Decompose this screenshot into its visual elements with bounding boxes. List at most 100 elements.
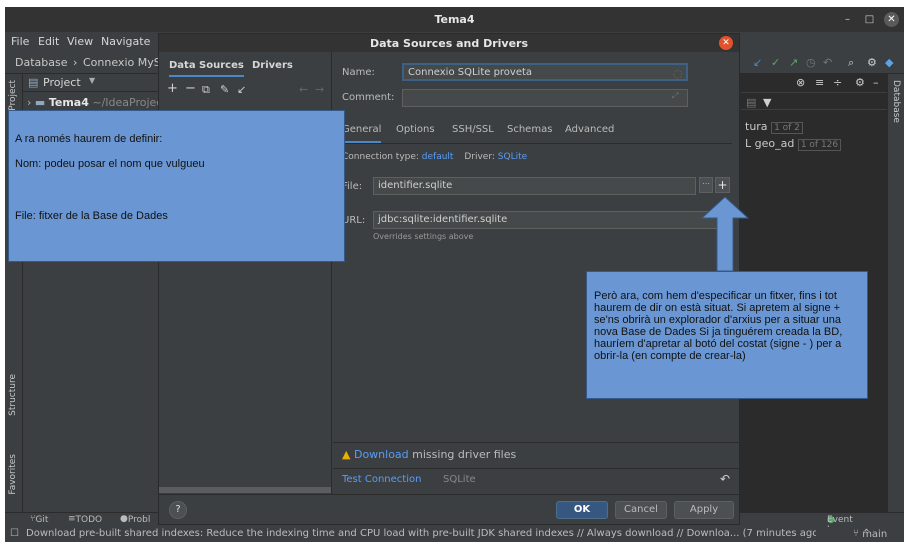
- warning-text: missing driver files: [412, 448, 517, 461]
- import-icon[interactable]: ↙: [237, 83, 246, 96]
- db-tree-row[interactable]: L geo_ad 1 of 126: [745, 137, 842, 151]
- download-driver-link[interactable]: Download: [354, 448, 409, 461]
- test-driver-label: SQLite: [443, 474, 476, 485]
- url-input[interactable]: jdbc:sqlite:identifier.sqlite: [373, 211, 730, 229]
- breadcrumb-database[interactable]: Database: [15, 56, 68, 69]
- todo-tab[interactable]: ≡ TODO: [68, 514, 102, 525]
- project-tool-tab[interactable]: Project: [8, 80, 18, 111]
- tab-schemas[interactable]: Schemas: [507, 124, 552, 135]
- name-options-icon[interactable]: ◌: [673, 67, 683, 80]
- callout-line: A ra només haurem de definir:: [15, 133, 163, 145]
- menu-edit[interactable]: Edit: [38, 35, 59, 48]
- database-tool-tab[interactable]: Database: [891, 80, 901, 123]
- table-icon[interactable]: ▤: [746, 96, 756, 109]
- status-bar: ☐ Download pre-built shared indexes: Red…: [5, 527, 904, 542]
- minimize-icon[interactable]: –: [840, 12, 855, 27]
- create-file-button[interactable]: +: [715, 177, 730, 193]
- file-input[interactable]: identifier.sqlite: [373, 177, 696, 195]
- history-icon[interactable]: ◷: [806, 56, 816, 69]
- name-label: Name:: [342, 67, 375, 78]
- folder-icon: ▬: [34, 96, 46, 109]
- problems-tab[interactable]: ● Probl: [120, 514, 150, 525]
- structure-tool-tab[interactable]: Structure: [8, 374, 18, 416]
- tab-advanced[interactable]: Advanced: [565, 124, 614, 135]
- name-input[interactable]: Connexio SQLite proveta: [402, 63, 688, 81]
- dialog-title: Data Sources and Drivers: [369, 37, 529, 50]
- callout-line: Nom: podeu posar el nom que vulgueu: [15, 158, 205, 170]
- test-connection-link[interactable]: Test Connection: [342, 474, 421, 485]
- left-panel-scrollbar[interactable]: [159, 487, 331, 493]
- duplicate-icon[interactable]: ⧉: [202, 83, 210, 97]
- menu-navigate[interactable]: Navigate: [101, 35, 150, 48]
- commit-icon[interactable]: ✓: [771, 56, 780, 69]
- rollback-icon[interactable]: ↶: [823, 56, 832, 69]
- project-panel-header: ▤ Project ▼: [23, 74, 158, 92]
- project-view-select[interactable]: Project: [43, 76, 81, 89]
- push-icon[interactable]: ↗: [789, 56, 798, 69]
- comment-label: Comment:: [342, 92, 395, 103]
- remove-icon[interactable]: −: [185, 81, 196, 96]
- db-tree-row-name: tura: [745, 120, 768, 133]
- url-label: URL:: [342, 215, 366, 226]
- right-tool-strip: Database: [888, 74, 904, 512]
- connection-info: Connection type: default Driver: SQLite: [342, 152, 527, 162]
- divider: [333, 468, 739, 469]
- search-icon[interactable]: ⌕: [848, 56, 854, 70]
- close-icon[interactable]: ✕: [884, 12, 899, 27]
- collapse-icon[interactable]: ⊗: [796, 76, 805, 89]
- hide-icon[interactable]: –: [873, 76, 879, 89]
- add-icon[interactable]: +: [167, 81, 178, 96]
- forward-icon[interactable]: →: [315, 83, 324, 96]
- ok-button[interactable]: OK: [556, 501, 608, 519]
- menu-view[interactable]: View: [67, 35, 93, 48]
- back-icon[interactable]: ←: [299, 83, 308, 96]
- status-message[interactable]: Download pre-built shared indexes: Reduc…: [26, 528, 816, 539]
- maximize-icon[interactable]: □: [862, 12, 877, 27]
- dialog-header: Data Sources and Drivers ✕: [159, 34, 739, 52]
- help-button[interactable]: ?: [169, 501, 187, 519]
- project-root-row[interactable]: › ▬ Tema4 ~/IdeaProject: [27, 96, 167, 109]
- expand-field-icon[interactable]: ⤢: [672, 91, 678, 101]
- gear-icon[interactable]: ⚙: [855, 76, 865, 89]
- dialog-close-icon[interactable]: ✕: [719, 36, 733, 50]
- split-icon[interactable]: ÷: [833, 76, 842, 89]
- warning-icon: ▲: [342, 448, 351, 461]
- apply-button[interactable]: Apply: [674, 501, 734, 519]
- branch-widget[interactable]: ⑂ main ⌃: [853, 528, 887, 540]
- db-tree-row[interactable]: tura 1 of 2: [745, 120, 803, 134]
- git-tab-label: Git: [35, 515, 49, 525]
- tab-drivers[interactable]: Drivers: [252, 60, 293, 71]
- chevron-down-icon[interactable]: ▼: [89, 76, 95, 85]
- settings-icon[interactable]: ⚙: [867, 56, 877, 69]
- callout-line: File: fitxer de la Base de Dades: [15, 210, 168, 222]
- menu-file[interactable]: File: [11, 35, 29, 48]
- tab-options[interactable]: Options: [396, 124, 435, 135]
- plugin-icon[interactable]: ◆: [885, 56, 893, 69]
- url-hint: Overrides settings above: [373, 232, 474, 241]
- annotation-callout-left: A ra només haurem de definir: Nom: podeu…: [8, 110, 345, 262]
- align-icon[interactable]: ≡: [815, 76, 824, 89]
- git-tab[interactable]: ⑂ Git: [30, 514, 48, 525]
- tab-general[interactable]: General: [342, 124, 382, 143]
- callout-text: Però ara, com hem d'especificar un fitxe…: [594, 290, 843, 362]
- tab-ssh-ssl[interactable]: SSH/SSL: [452, 124, 494, 135]
- filter-icon[interactable]: ▼: [763, 96, 771, 109]
- driver-link[interactable]: SQLite: [498, 152, 527, 162]
- tab-data-sources[interactable]: Data Sources: [169, 60, 244, 77]
- expand-arrow-icon[interactable]: ›: [27, 96, 31, 109]
- favorites-tool-tab[interactable]: Favorites: [8, 454, 18, 495]
- db-tree-row-badge: 1 of 126: [797, 139, 842, 151]
- refresh-icon[interactable]: ↙: [753, 56, 762, 69]
- callout-arrow: [700, 196, 750, 272]
- db-tree-row-name: L geo_ad: [745, 137, 795, 150]
- revert-icon[interactable]: ↶: [720, 472, 730, 486]
- project-view-icon: ▤: [28, 76, 39, 89]
- driver-label: Driver:: [464, 152, 495, 162]
- project-root-name: Tema4: [48, 96, 89, 109]
- comment-input[interactable]: [402, 89, 688, 107]
- wrench-icon[interactable]: ✎: [220, 83, 229, 96]
- annotation-callout-right: Però ara, com hem d'especificar un fitxe…: [586, 271, 868, 399]
- cancel-button[interactable]: Cancel: [615, 501, 667, 519]
- browse-button[interactable]: ⋯: [699, 177, 713, 193]
- connection-type-link[interactable]: default: [422, 152, 454, 162]
